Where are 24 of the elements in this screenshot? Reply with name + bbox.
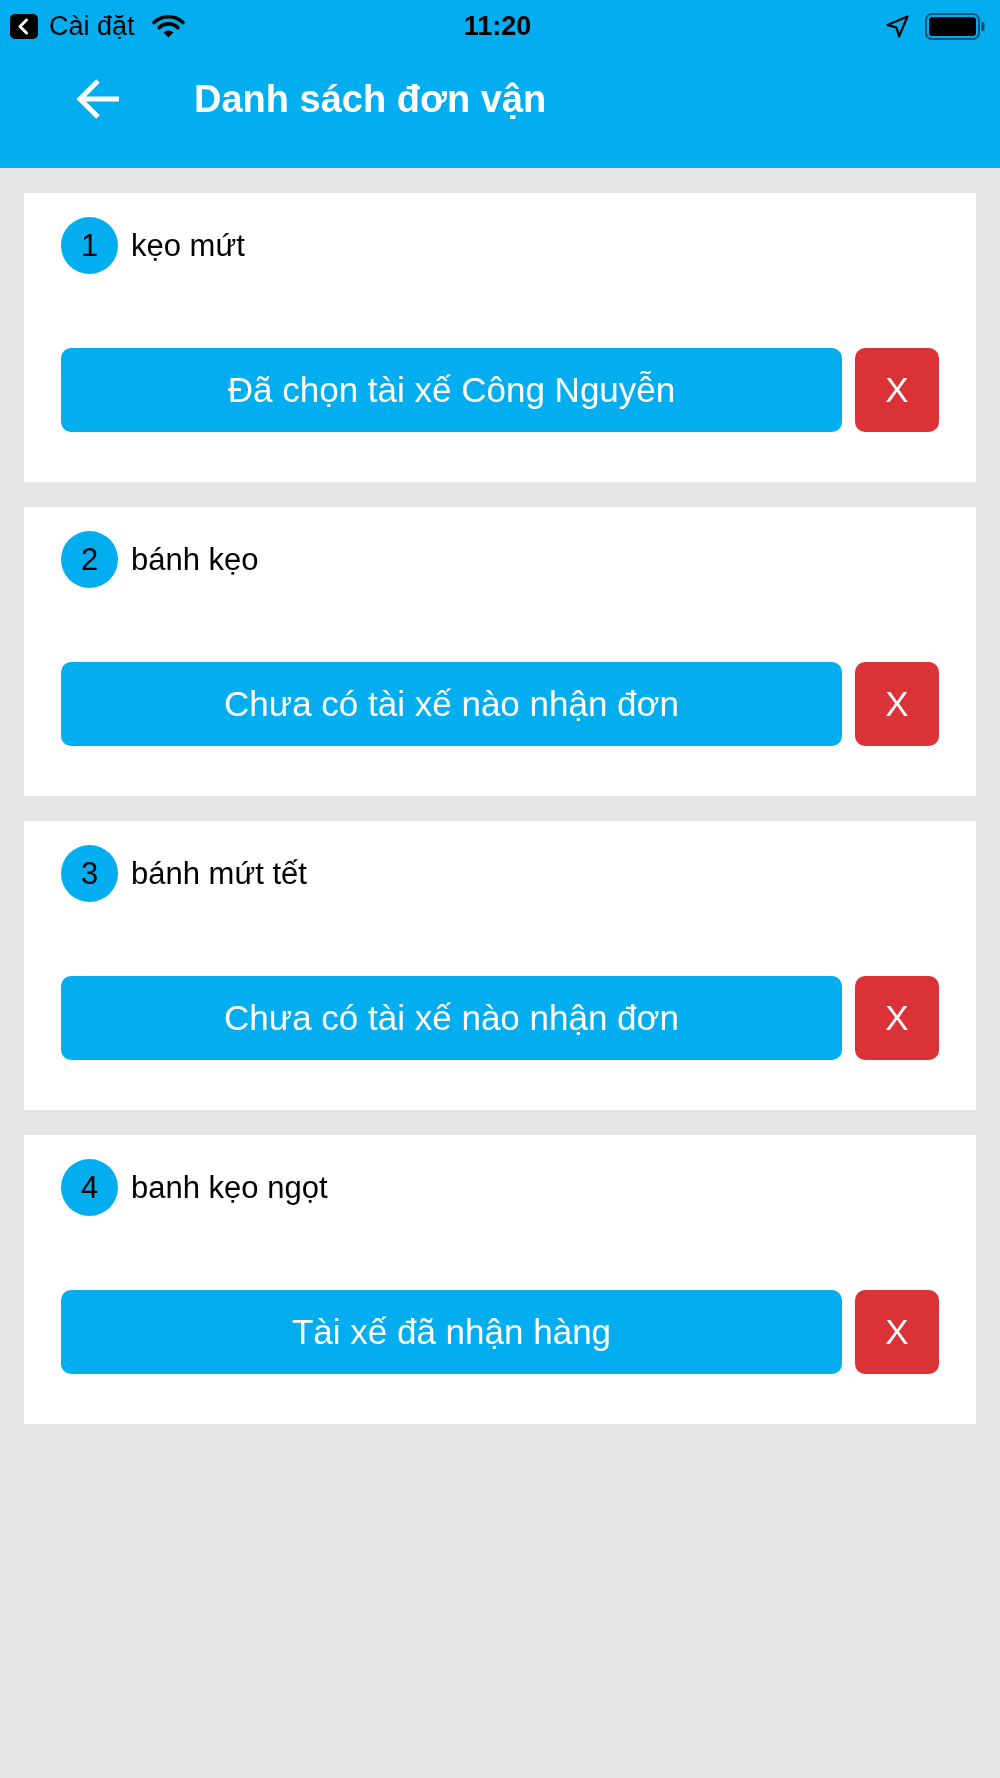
left-arrow-icon [75,78,119,120]
delete-button[interactable]: X [855,1290,939,1374]
wifi-icon [150,14,186,38]
order-number: 4 [61,1159,118,1216]
back-chevron-icon[interactable] [10,13,38,39]
order-number: 3 [61,845,118,902]
back-to-app-link[interactable]: Cài đặt [49,12,135,40]
delete-button[interactable]: X [855,662,939,746]
order-number: 1 [61,217,118,274]
order-name: banh kẹo ngọt [131,1172,328,1203]
screen-title: Danh sách đơn vận [194,80,547,118]
location-arrow-icon [886,14,909,38]
delete-button[interactable]: X [855,976,939,1060]
order-name: kẹo mứt [131,230,245,261]
driver-status-button[interactable]: Chưa có tài xế nào nhận đơn [61,976,842,1060]
driver-status-button[interactable]: Chưa có tài xế nào nhận đơn [61,662,842,746]
order-name: bánh kẹo [131,544,259,575]
delete-button[interactable]: X [855,348,939,432]
battery-icon [925,12,985,40]
order-number: 2 [61,531,118,588]
driver-status-button[interactable]: Đã chọn tài xế Công Nguyễn [61,348,842,432]
driver-status-button[interactable]: Tài xế đã nhận hàng [61,1290,842,1374]
status-time: 11:20 [463,12,532,40]
order-name: bánh mứt tết [131,858,307,889]
